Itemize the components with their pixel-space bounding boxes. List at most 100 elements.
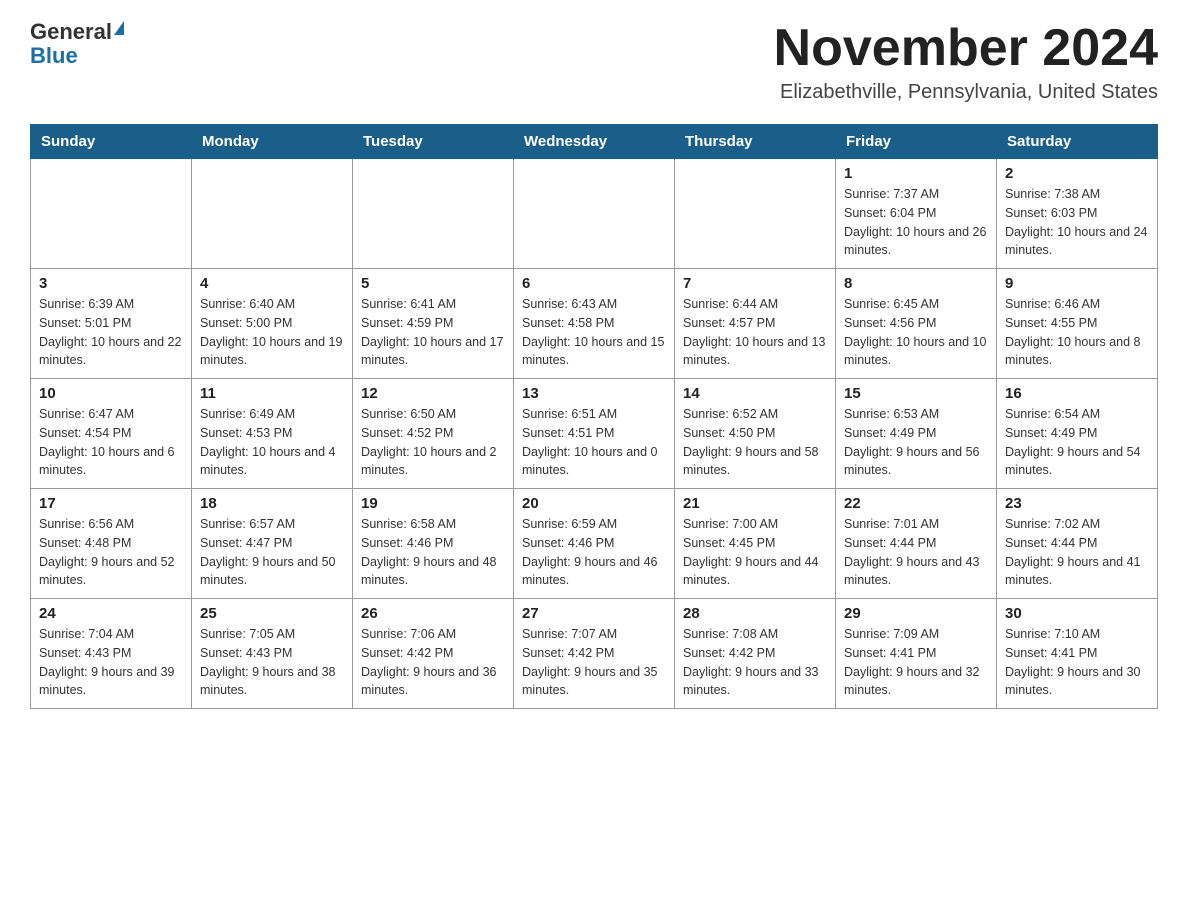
day-number: 16 (1005, 385, 1149, 402)
day-info: Sunrise: 6:47 AM Sunset: 4:54 PM Dayligh… (39, 405, 183, 480)
calendar-cell: 18Sunrise: 6:57 AM Sunset: 4:47 PM Dayli… (192, 489, 353, 599)
day-info: Sunrise: 6:45 AM Sunset: 4:56 PM Dayligh… (844, 295, 988, 370)
day-number: 9 (1005, 275, 1149, 292)
day-info: Sunrise: 6:43 AM Sunset: 4:58 PM Dayligh… (522, 295, 666, 370)
calendar-cell: 22 Sunrise: 7:01 AM Sunset: 4:44 PM Dayli… (836, 489, 997, 599)
day-number: 21 (683, 495, 827, 512)
day-number: 4 (200, 275, 344, 292)
calendar-cell: 21 Sunrise: 7:00 AM Sunset: 4:45 PM Dayli… (675, 489, 836, 599)
calendar-cell: 25Sunrise: 7:05 AM Sunset: 4:43 PM Dayli… (192, 599, 353, 709)
day-info: Sunrise: 7:00 AM Sunset: 4:45 PM Dayligh… (683, 515, 827, 590)
day-number: 28 (683, 605, 827, 622)
calendar-cell: 13 Sunrise: 6:51 AM Sunset: 4:51 PM Dayli… (514, 379, 675, 489)
calendar-cell (353, 159, 514, 269)
day-number: 24 (39, 605, 183, 622)
logo-triangle-icon (114, 21, 124, 35)
calendar-cell: 11 Sunrise: 6:49 AM Sunset: 4:53 PM Dayli… (192, 379, 353, 489)
calendar-cell: 15 Sunrise: 6:53 AM Sunset: 4:49 PM Dayli… (836, 379, 997, 489)
day-number: 7 (683, 275, 827, 292)
day-info: Sunrise: 6:46 AM Sunset: 4:55 PM Dayligh… (1005, 295, 1149, 370)
calendar-cell: 1 Sunrise: 7:37 AM Sunset: 6:04 PM Daylig… (836, 159, 997, 269)
month-title: November 2024 (774, 20, 1158, 77)
calendar-cell: 2 Sunrise: 7:38 AM Sunset: 6:03 PM Daylig… (997, 159, 1158, 269)
day-number: 29 (844, 605, 988, 622)
day-number: 30 (1005, 605, 1149, 622)
calendar-cell: 26 Sunrise: 7:06 AM Sunset: 4:42 PM Dayli… (353, 599, 514, 709)
calendar-cell: 14 Sunrise: 6:52 AM Sunset: 4:50 PM Dayli… (675, 379, 836, 489)
day-number: 2 (1005, 165, 1149, 182)
day-info: Sunrise: 6:49 AM Sunset: 4:53 PM Dayligh… (200, 405, 344, 480)
day-info: Sunrise: 6:53 AM Sunset: 4:49 PM Dayligh… (844, 405, 988, 480)
day-number: 23 (1005, 495, 1149, 512)
day-info: Sunrise: 7:08 AM Sunset: 4:42 PM Dayligh… (683, 625, 827, 700)
header-sunday: Sunday (31, 125, 192, 159)
calendar-cell: 8 Sunrise: 6:45 AM Sunset: 4:56 PM Daylig… (836, 269, 997, 379)
calendar-table: Sunday Monday Tuesday Wednesday Thursday… (30, 124, 1158, 709)
day-info: Sunrise: 6:56 AM Sunset: 4:48 PM Dayligh… (39, 515, 183, 590)
week-row-2: 3 Sunrise: 6:39 AM Sunset: 5:01 PM Daylig… (31, 269, 1158, 379)
day-info: Sunrise: 7:01 AM Sunset: 4:44 PM Dayligh… (844, 515, 988, 590)
day-info: Sunrise: 7:09 AM Sunset: 4:41 PM Dayligh… (844, 625, 988, 700)
calendar-cell (192, 159, 353, 269)
day-number: 22 (844, 495, 988, 512)
day-info: Sunrise: 6:41 AM Sunset: 4:59 PM Dayligh… (361, 295, 505, 370)
day-number: 15 (844, 385, 988, 402)
day-info: Sunrise: 7:10 AM Sunset: 4:41 PM Dayligh… (1005, 625, 1149, 700)
calendar-cell: 16 Sunrise: 6:54 AM Sunset: 4:49 PM Dayli… (997, 379, 1158, 489)
weekday-header-row: Sunday Monday Tuesday Wednesday Thursday… (31, 125, 1158, 159)
calendar-cell: 4 Sunrise: 6:40 AM Sunset: 5:00 PM Daylig… (192, 269, 353, 379)
day-info: Sunrise: 6:51 AM Sunset: 4:51 PM Dayligh… (522, 405, 666, 480)
day-info: Sunrise: 6:50 AM Sunset: 4:52 PM Dayligh… (361, 405, 505, 480)
day-info: Sunrise: 7:38 AM Sunset: 6:03 PM Dayligh… (1005, 185, 1149, 260)
day-info: Sunrise: 6:58 AM Sunset: 4:46 PM Dayligh… (361, 515, 505, 590)
header-tuesday: Tuesday (353, 125, 514, 159)
logo-blue: Blue (30, 44, 78, 68)
calendar-cell: 9 Sunrise: 6:46 AM Sunset: 4:55 PM Daylig… (997, 269, 1158, 379)
day-number: 13 (522, 385, 666, 402)
title-area: November 2024 Elizabethville, Pennsylvan… (774, 20, 1158, 104)
header-monday: Monday (192, 125, 353, 159)
day-info: Sunrise: 7:04 AM Sunset: 4:43 PM Dayligh… (39, 625, 183, 700)
day-number: 20 (522, 495, 666, 512)
day-info: Sunrise: 6:54 AM Sunset: 4:49 PM Dayligh… (1005, 405, 1149, 480)
day-info: Sunrise: 7:37 AM Sunset: 6:04 PM Dayligh… (844, 185, 988, 260)
day-number: 5 (361, 275, 505, 292)
calendar-cell: 24 Sunrise: 7:04 AM Sunset: 4:43 PM Dayli… (31, 599, 192, 709)
day-info: Sunrise: 6:57 AM Sunset: 4:47 PM Dayligh… (200, 515, 344, 590)
day-number: 1 (844, 165, 988, 182)
day-info: Sunrise: 6:40 AM Sunset: 5:00 PM Dayligh… (200, 295, 344, 370)
day-info: Sunrise: 6:59 AM Sunset: 4:46 PM Dayligh… (522, 515, 666, 590)
header-friday: Friday (836, 125, 997, 159)
day-number: 11 (200, 385, 344, 402)
header-thursday: Thursday (675, 125, 836, 159)
day-number: 26 (361, 605, 505, 622)
day-info: Sunrise: 6:44 AM Sunset: 4:57 PM Dayligh… (683, 295, 827, 370)
calendar-cell: 3 Sunrise: 6:39 AM Sunset: 5:01 PM Daylig… (31, 269, 192, 379)
calendar-cell: 28 Sunrise: 7:08 AM Sunset: 4:42 PM Dayli… (675, 599, 836, 709)
day-number: 14 (683, 385, 827, 402)
header-wednesday: Wednesday (514, 125, 675, 159)
calendar-cell: 19Sunrise: 6:58 AM Sunset: 4:46 PM Dayli… (353, 489, 514, 599)
week-row-4: 17 Sunrise: 6:56 AM Sunset: 4:48 PM Dayli… (31, 489, 1158, 599)
day-number: 27 (522, 605, 666, 622)
calendar-cell: 27 Sunrise: 7:07 AM Sunset: 4:42 PM Dayli… (514, 599, 675, 709)
day-number: 8 (844, 275, 988, 292)
day-number: 12 (361, 385, 505, 402)
calendar-cell: 10Sunrise: 6:47 AM Sunset: 4:54 PM Dayli… (31, 379, 192, 489)
day-info: Sunrise: 6:39 AM Sunset: 5:01 PM Dayligh… (39, 295, 183, 370)
calendar-cell: 6Sunrise: 6:43 AM Sunset: 4:58 PM Daylig… (514, 269, 675, 379)
calendar-cell: 5 Sunrise: 6:41 AM Sunset: 4:59 PM Daylig… (353, 269, 514, 379)
day-number: 17 (39, 495, 183, 512)
day-number: 3 (39, 275, 183, 292)
day-info: Sunrise: 7:06 AM Sunset: 4:42 PM Dayligh… (361, 625, 505, 700)
week-row-1: 1 Sunrise: 7:37 AM Sunset: 6:04 PM Daylig… (31, 159, 1158, 269)
day-info: Sunrise: 7:05 AM Sunset: 4:43 PM Dayligh… (200, 625, 344, 700)
logo: General Blue (30, 20, 124, 68)
calendar-cell: 7 Sunrise: 6:44 AM Sunset: 4:57 PM Daylig… (675, 269, 836, 379)
day-info: Sunrise: 7:07 AM Sunset: 4:42 PM Dayligh… (522, 625, 666, 700)
calendar-cell: 30 Sunrise: 7:10 AM Sunset: 4:41 PM Dayli… (997, 599, 1158, 709)
calendar-cell: 17 Sunrise: 6:56 AM Sunset: 4:48 PM Dayli… (31, 489, 192, 599)
day-info: Sunrise: 6:52 AM Sunset: 4:50 PM Dayligh… (683, 405, 827, 480)
week-row-5: 24 Sunrise: 7:04 AM Sunset: 4:43 PM Dayli… (31, 599, 1158, 709)
logo-general: General (30, 20, 112, 44)
